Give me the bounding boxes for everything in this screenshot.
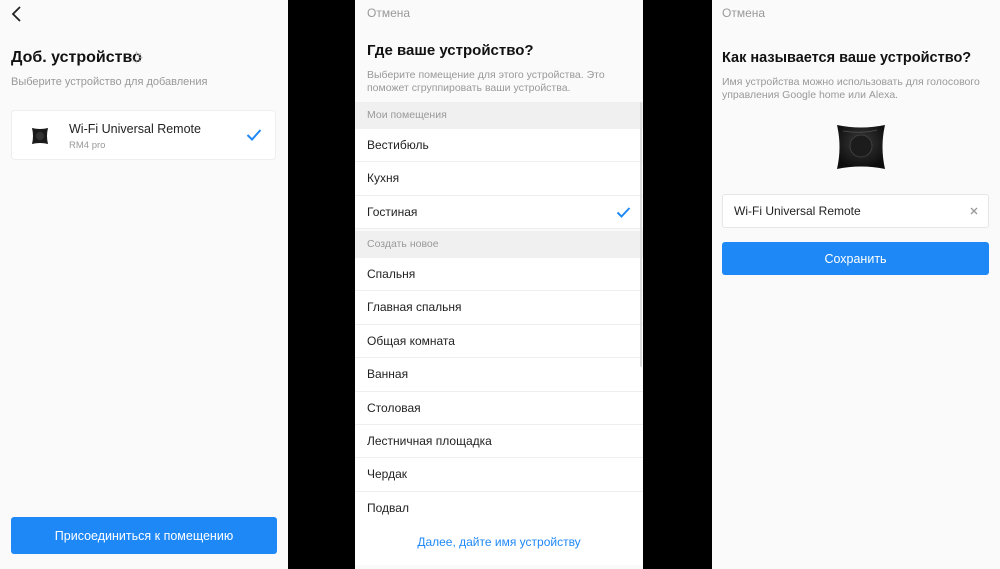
scrollbar[interactable] — [640, 102, 642, 367]
room-label: Ванная — [367, 367, 409, 382]
device-model: RM4 pro — [69, 140, 106, 151]
my-rooms-header: Мои помещения — [355, 102, 643, 129]
divider — [288, 0, 355, 569]
room-label: Чердак — [367, 467, 407, 482]
remote-device-image — [837, 125, 885, 169]
name-device-screen: Отмена Как называется ваше устройство? И… — [712, 0, 1000, 569]
save-button[interactable]: Сохранить — [722, 242, 989, 275]
page-subtitle: Имя устройства можно использовать для го… — [722, 76, 980, 101]
room-label: Гостиная — [367, 204, 418, 219]
room-label: Кухня — [367, 171, 400, 186]
add-device-screen: Доб. устройство Выберите устройство для … — [0, 0, 288, 569]
clear-icon[interactable] — [968, 205, 980, 217]
create-new-header: Создать новое — [355, 231, 643, 258]
room-label: Спальня — [367, 267, 416, 281]
join-room-button[interactable]: Присоединиться к помещению — [11, 517, 277, 554]
device-card[interactable]: Wi-Fi Universal Remote RM4 pro — [11, 110, 276, 160]
room-item-kitchen[interactable]: Кухня — [355, 162, 643, 196]
page-subtitle: Выберите устройство для добавления — [11, 76, 208, 88]
my-rooms-list: Вестибюль Кухня Гостиная — [355, 129, 643, 230]
cancel-link[interactable]: Отмена — [722, 6, 765, 20]
next-name-device-link[interactable]: Далее, дайте имя устройству — [355, 520, 643, 565]
page-subtitle: Выберите помещение для этого устройства.… — [367, 69, 605, 94]
room-label: Столовая — [367, 400, 421, 415]
checkmark-icon — [246, 129, 262, 141]
device-name-field — [722, 194, 989, 228]
room-label: Подвал — [367, 500, 409, 515]
page-title: Доб. устройство — [11, 49, 142, 66]
room-item-dining-room[interactable]: Столовая — [355, 391, 643, 425]
cancel-link[interactable]: Отмена — [367, 6, 410, 20]
room-item-vestibule[interactable]: Вестибюль — [355, 129, 643, 163]
room-item-living-room[interactable]: Гостиная — [355, 195, 643, 230]
room-item-common-room[interactable]: Общая комната — [355, 324, 643, 359]
remote-device-icon — [32, 128, 48, 144]
room-label: Вестибюль — [367, 138, 429, 152]
choose-room-screen: Отмена Где ваше устройство? Выберите пом… — [355, 0, 643, 569]
checkmark-icon — [616, 207, 631, 218]
page-title: Как называется ваше устройство? — [722, 50, 972, 66]
room-item-master-bedroom[interactable]: Главная спальня — [355, 291, 643, 325]
room-item-bedroom[interactable]: Спальня — [355, 258, 643, 292]
room-label: Лестничная площадка — [367, 433, 492, 448]
room-item-bathroom[interactable]: Ванная — [355, 358, 643, 392]
divider — [643, 0, 712, 569]
room-item-staircase[interactable]: Лестничная площадка — [355, 424, 643, 459]
new-rooms-list: Спальня Главная спальня Общая комната Ва… — [355, 258, 643, 526]
device-name-input[interactable] — [723, 195, 963, 227]
room-item-attic[interactable]: Чердак — [355, 458, 643, 492]
room-label: Общая комната — [367, 333, 455, 348]
device-name: Wi-Fi Universal Remote — [69, 122, 201, 136]
back-arrow-icon[interactable] — [8, 4, 28, 24]
page-title: Где ваше устройство? — [367, 42, 534, 59]
room-label: Главная спальня — [367, 300, 462, 315]
loading-spinner-icon — [130, 51, 143, 64]
